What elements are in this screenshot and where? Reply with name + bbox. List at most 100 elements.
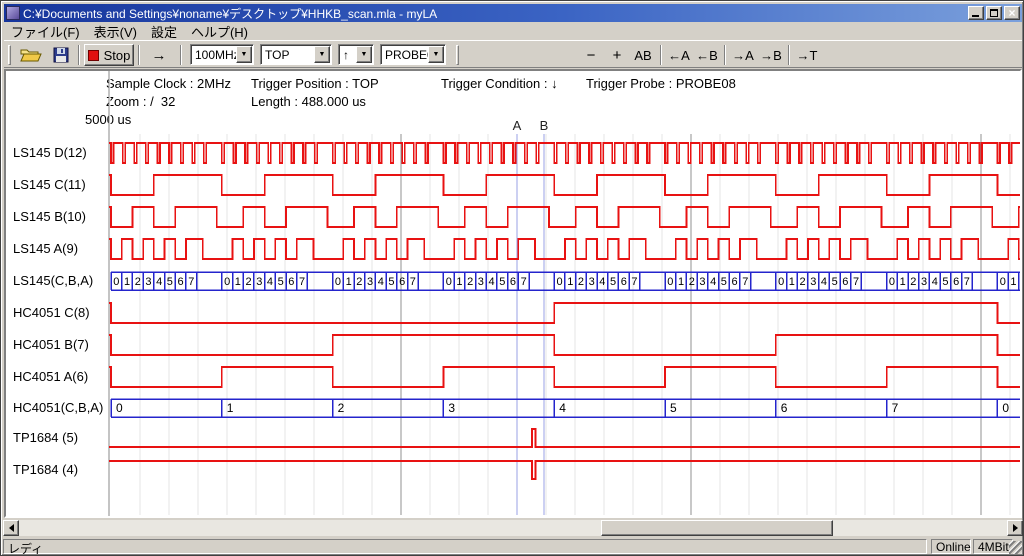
waveform-hc4051-bit0 — [109, 367, 1020, 387]
ls145-bus-value: 4 — [821, 276, 827, 288]
ls145-bus-value: 2 — [910, 276, 916, 288]
goto-trigger-button[interactable]: →T — [794, 44, 820, 66]
horizontal-scrollbar[interactable] — [3, 520, 1023, 536]
maximize-icon — [990, 9, 998, 17]
toolbar-grip[interactable] — [8, 45, 11, 65]
ls145-bus-value: 7 — [964, 276, 970, 288]
waveform-panel: Sample Clock : 2MHz Trigger Position : T… — [4, 69, 1022, 518]
dropdown-arrow-icon[interactable]: ▼ — [236, 46, 252, 63]
waveform-ls145-bit2 — [109, 175, 1020, 195]
menu-file[interactable]: ファイル(F) — [4, 21, 87, 42]
ls145-bus-value: 0 — [113, 276, 119, 288]
zoom-in-button[interactable]: + — [606, 44, 628, 66]
dropdown-arrow-icon[interactable]: ▼ — [356, 46, 372, 63]
ls145-bus-value: 6 — [621, 276, 627, 288]
ls145-bus-value: 6 — [953, 276, 959, 288]
toolbar-separator — [660, 45, 662, 65]
toolbar-separator — [138, 45, 140, 65]
ls145-bus-value: 2 — [135, 276, 141, 288]
dropdown-arrow-icon[interactable]: ▼ — [428, 46, 444, 63]
ls145-bus-value: 7 — [853, 276, 859, 288]
stop-label: Stop — [104, 48, 131, 63]
ls145-bus-value: 2 — [356, 276, 362, 288]
stop-button[interactable]: Stop — [84, 44, 134, 66]
ls145-bus-value: 7 — [631, 276, 637, 288]
waveform-high-pulse-low — [109, 461, 1020, 479]
hc4051-bus-value: 0 — [116, 401, 123, 415]
toolbar-grip[interactable] — [456, 45, 459, 65]
trigger-position-select[interactable]: TOP ▼ — [260, 44, 332, 65]
trigger-edge-select[interactable]: ↑ ▼ — [338, 44, 374, 65]
menu-settings[interactable]: 設定 — [144, 21, 184, 42]
hc4051-bus-value: 2 — [338, 401, 345, 415]
open-file-button[interactable] — [16, 44, 46, 66]
resize-grip[interactable] — [1009, 541, 1022, 554]
menu-view[interactable]: 表示(V) — [87, 21, 144, 42]
ls145-bus-value: 2 — [578, 276, 584, 288]
save-file-button[interactable] — [48, 44, 74, 66]
ls145-bus-value: 2 — [245, 276, 251, 288]
maximize-button[interactable] — [986, 6, 1002, 20]
status-message: レディ — [3, 539, 927, 554]
ls145-bus-value: 5 — [721, 276, 727, 288]
waveform-low-pulse-high — [109, 429, 1020, 447]
zoom-ab-button[interactable]: AB — [630, 44, 656, 66]
menu-help[interactable]: ヘルプ(H) — [184, 21, 255, 42]
status-bar: レディ Online 4MBit — [3, 538, 1023, 555]
ls145-bus-value: 7 — [410, 276, 416, 288]
title-bar[interactable]: C:¥Documents and Settings¥noname¥デスクトップ¥… — [4, 4, 1022, 22]
ls145-bus-value: 3 — [589, 276, 595, 288]
ls145-bus-value: 0 — [224, 276, 230, 288]
ls145-bus-value: 0 — [1000, 276, 1006, 288]
ls145-bus-value: 3 — [367, 276, 373, 288]
sample-clock-value: 100MHz — [195, 48, 240, 62]
waveform-strobe — [109, 143, 1020, 163]
hc4051-bus-value: 0 — [1002, 401, 1009, 415]
hc4051-bus-value: 6 — [781, 401, 788, 415]
ls145-bus-value: 6 — [288, 276, 294, 288]
hc4051-bus-value: 4 — [559, 401, 566, 415]
ls145-bus-value: 4 — [932, 276, 938, 288]
sample-clock-select[interactable]: 100MHz ▼ — [190, 44, 254, 65]
run-button[interactable]: → — [144, 44, 174, 66]
ls145-bus-value: 6 — [399, 276, 405, 288]
ls145-bus-value: 7 — [742, 276, 748, 288]
menu-bar: ファイル(F) 表示(V) 設定 ヘルプ(H) — [4, 23, 1022, 40]
minimize-button[interactable] — [968, 6, 984, 20]
ls145-bus-value: 6 — [510, 276, 516, 288]
ls145-bus-value: 4 — [267, 276, 273, 288]
ls145-bus-value: 0 — [778, 276, 784, 288]
ls145-bus-value: 1 — [235, 276, 241, 288]
scroll-right-button[interactable] — [1007, 520, 1023, 536]
waveform-canvas[interactable]: 0123456701234567012345670123456701234567… — [6, 71, 1020, 516]
status-online: Online — [931, 539, 971, 554]
goto-cursor-a-left-button[interactable]: ←A — [666, 44, 692, 66]
ls145-bus-value: 7 — [188, 276, 194, 288]
ls145-bus-value: 7 — [521, 276, 527, 288]
stop-icon — [88, 50, 99, 61]
hc4051-bus-value: 1 — [227, 401, 234, 415]
ls145-bus-value: 2 — [467, 276, 473, 288]
ls145-bus-value: 4 — [378, 276, 384, 288]
toolbar: Stop → 100MHz ▼ TOP ▼ ↑ ▼ PROBE00 ▼ − + … — [4, 40, 1022, 68]
ls145-bus-value: 1 — [678, 276, 684, 288]
goto-cursor-b-left-button[interactable]: ←B — [694, 44, 720, 66]
dropdown-arrow-icon[interactable]: ▼ — [314, 46, 330, 63]
open-folder-icon — [20, 47, 42, 63]
goto-cursor-b-right-button[interactable]: →B — [758, 44, 784, 66]
ls145-bus-value: 0 — [889, 276, 895, 288]
scrollbar-thumb[interactable] — [601, 520, 833, 536]
ls145-bus-value: 2 — [689, 276, 695, 288]
trigger-probe-select[interactable]: PROBE00 ▼ — [380, 44, 446, 65]
hc4051-bus-value: 3 — [448, 401, 455, 415]
ls145-bus-value: 6 — [177, 276, 183, 288]
ls145-bus-value: 4 — [710, 276, 716, 288]
ls145-bus-value: 0 — [335, 276, 341, 288]
zoom-out-button[interactable]: − — [580, 44, 602, 66]
goto-cursor-a-right-button[interactable]: →A — [730, 44, 756, 66]
ls145-bus-value: 4 — [488, 276, 494, 288]
close-button[interactable]: × — [1004, 6, 1020, 20]
close-icon: × — [1008, 6, 1015, 20]
ls145-bus-value: 1 — [900, 276, 906, 288]
scroll-left-button[interactable] — [3, 520, 19, 536]
